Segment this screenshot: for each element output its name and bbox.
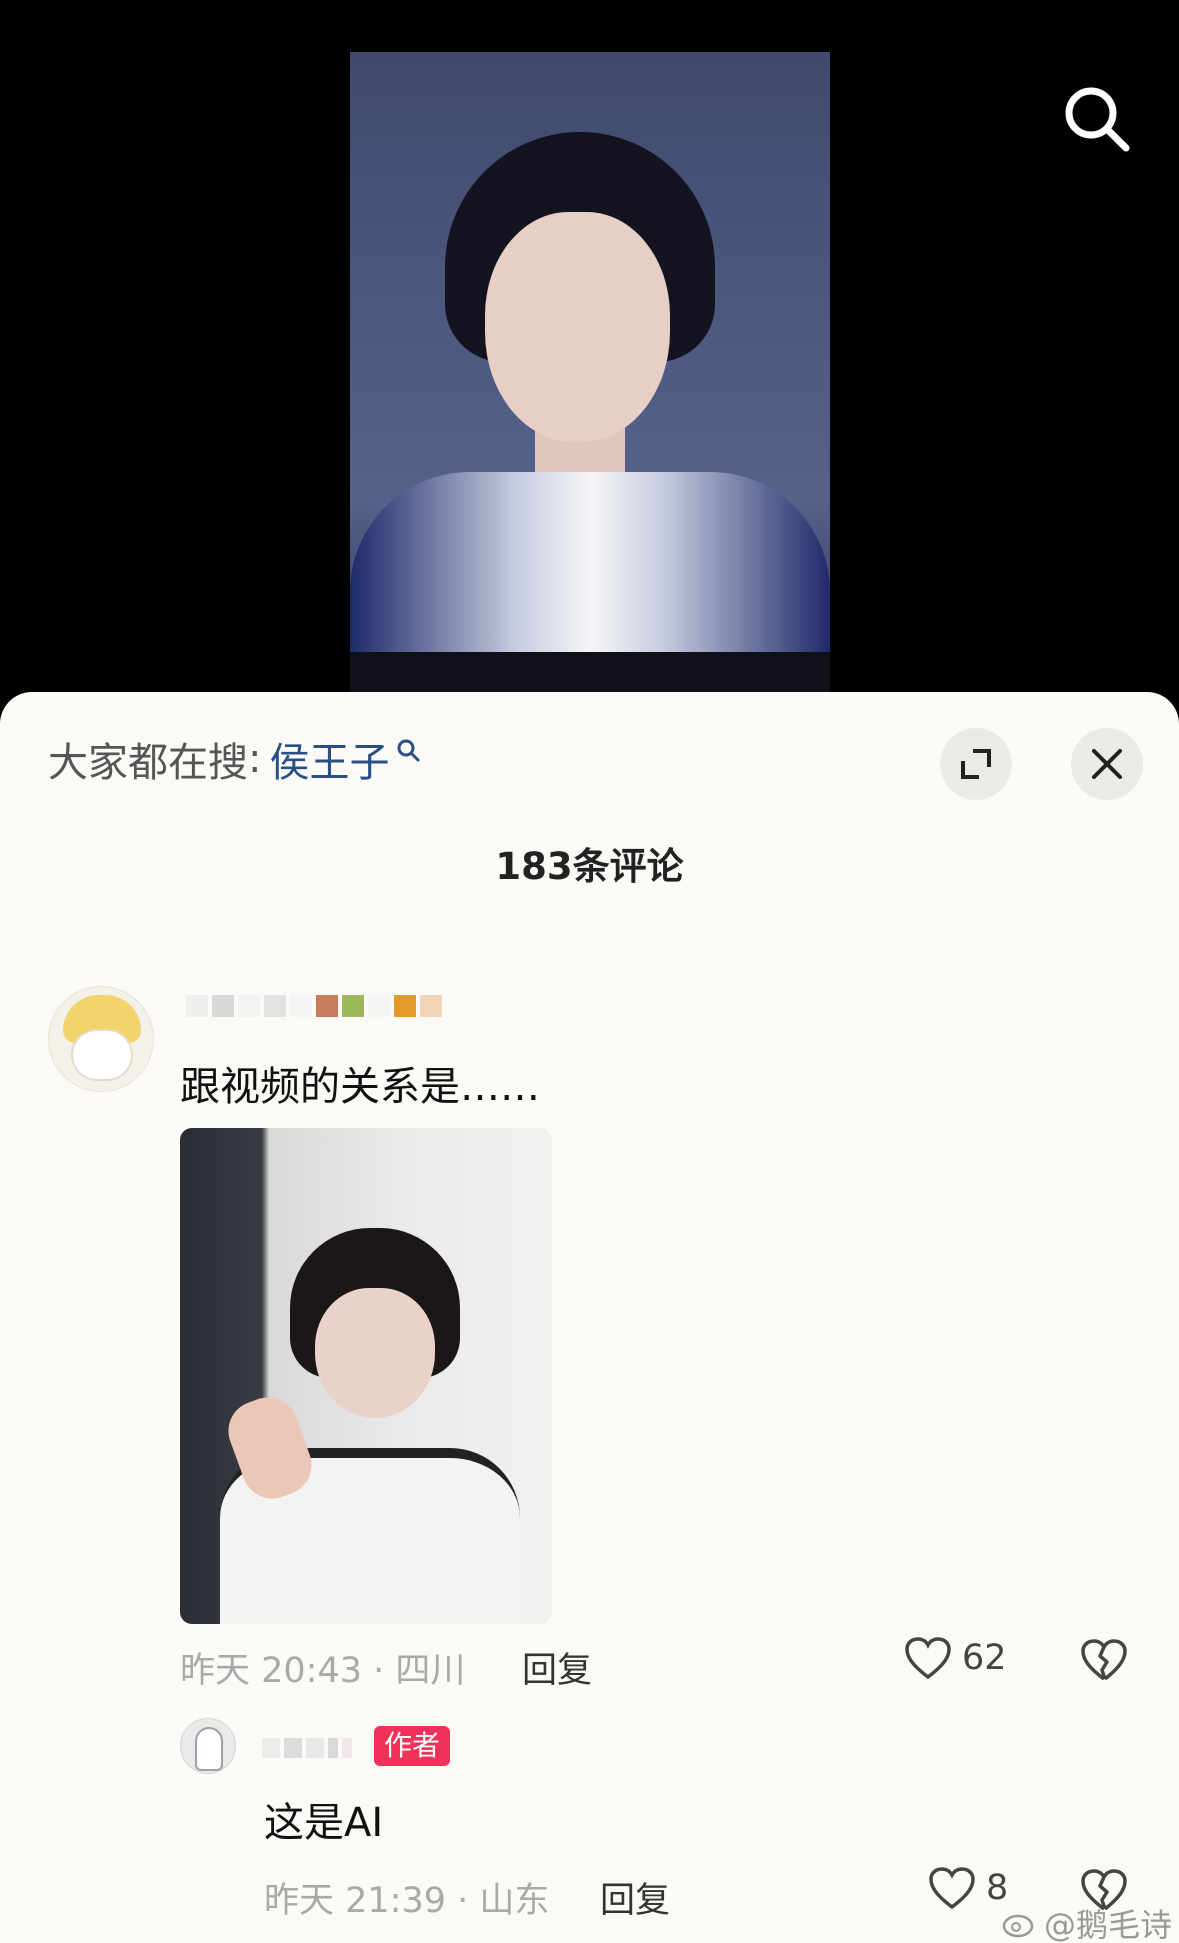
- username-blurred[interactable]: [186, 978, 442, 1034]
- trending-label: 大家都在搜: [48, 740, 248, 786]
- weibo-logo-icon: [1002, 1914, 1034, 1938]
- comment-count-title: 183条评论: [495, 845, 684, 888]
- comment-image[interactable]: [180, 1128, 552, 1624]
- heart-icon: [905, 1637, 951, 1680]
- trending-colon: :: [248, 736, 262, 782]
- search-icon: [1065, 87, 1130, 152]
- comment-text: 跟视频的关系是……: [180, 1064, 540, 1110]
- reply-meta: 昨天 21:39 · 山东: [264, 1881, 550, 1921]
- reply-avatar-figure: [195, 1727, 223, 1771]
- photo-face: [315, 1288, 435, 1418]
- search-small-icon: [397, 739, 420, 762]
- broken-heart-icon: [1081, 1639, 1127, 1681]
- avatar[interactable]: [48, 986, 154, 1092]
- video-player[interactable]: [0, 0, 1179, 700]
- reply-avatar[interactable]: [180, 1718, 236, 1774]
- expand-button[interactable]: [940, 728, 1012, 800]
- comments-sheet: 大家都在搜 : 侯王子 183条评论 跟视频的关系是…… 昨天 20:43 · …: [0, 692, 1179, 1943]
- video-figure-face: [485, 212, 670, 442]
- dislike-button[interactable]: [1080, 1638, 1128, 1686]
- reply-reply-button[interactable]: 回复: [600, 1872, 670, 1923]
- close-button[interactable]: [1071, 728, 1143, 800]
- watermark-text: @鹅毛诗: [1044, 1906, 1173, 1943]
- avatar-bunny: [71, 1029, 133, 1081]
- reply-username-blurred[interactable]: [262, 1726, 352, 1770]
- expand-icon: [961, 749, 991, 779]
- heart-icon: [929, 1867, 975, 1910]
- search-button[interactable]: [1062, 84, 1132, 154]
- reply-text: 这是AI: [264, 1800, 384, 1846]
- watermark: @鹅毛诗: [1002, 1900, 1172, 1943]
- reply-button[interactable]: 回复: [522, 1642, 592, 1693]
- close-icon: [1092, 749, 1122, 779]
- video-frame: [350, 52, 830, 692]
- author-badge: 作者: [374, 1726, 451, 1766]
- reply-like-button[interactable]: 8: [928, 1866, 1008, 1910]
- trending-search[interactable]: 大家都在搜 : 侯王子: [48, 730, 421, 788]
- like-button[interactable]: 62: [904, 1636, 1007, 1680]
- like-count: 62: [962, 1638, 1007, 1678]
- video-stage: [350, 652, 830, 692]
- comment-meta: 昨天 20:43 · 四川: [180, 1651, 466, 1691]
- trending-term-link[interactable]: 侯王子: [269, 730, 389, 788]
